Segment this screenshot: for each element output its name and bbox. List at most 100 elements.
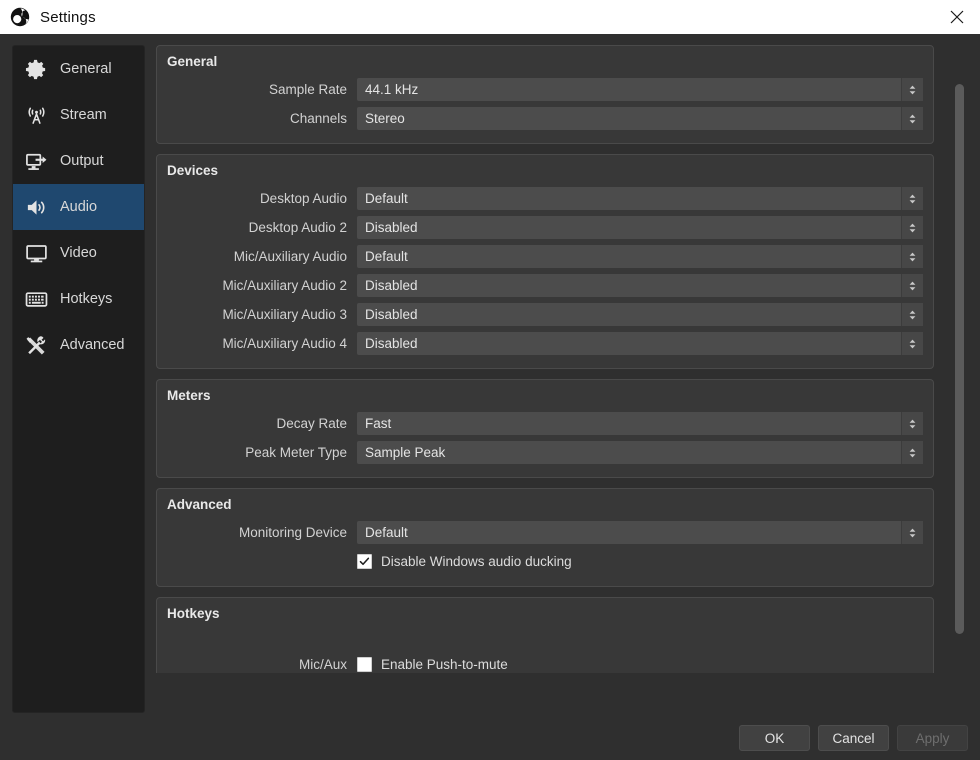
sidebar-item-hotkeys[interactable]: Hotkeys (13, 276, 144, 322)
vertical-scrollbar-track[interactable] (953, 79, 966, 673)
sample-rate-combobox[interactable]: 44.1 kHz (357, 78, 923, 101)
group-meters: Meters Decay Rate Fast Peak Meter Type S… (156, 379, 934, 478)
settings-sidebar: General Stream Output Audio Video Hotkey… (12, 45, 145, 713)
row-mic-aux-audio-4: Mic/Auxiliary Audio 4 Disabled (167, 329, 923, 358)
checkbox-label: Disable Windows audio ducking (381, 554, 572, 569)
group-general: General Sample Rate 44.1 kHz Channels St… (156, 45, 934, 144)
row-decay-rate: Decay Rate Fast (167, 409, 923, 438)
disable-audio-ducking-checkbox-row[interactable]: Disable Windows audio ducking (357, 548, 572, 575)
sidebar-item-video[interactable]: Video (13, 230, 144, 276)
hotkeys-fields: Enable Push-to-mute Push-to-mute delay 0… (357, 651, 923, 673)
mic-aux-audio-combobox[interactable]: Default (357, 245, 923, 268)
row-label: Mic/Auxiliary Audio 2 (222, 278, 347, 293)
chevron-updown-icon[interactable] (901, 303, 923, 326)
mic-aux-audio-3-combobox[interactable]: Disabled (357, 303, 923, 326)
row-label: Mic/Auxiliary Audio 4 (222, 336, 347, 351)
close-icon[interactable] (934, 0, 980, 34)
row-mic-aux-audio-2: Mic/Auxiliary Audio 2 Disabled (167, 271, 923, 300)
peak-meter-type-combobox[interactable]: Sample Peak (357, 441, 923, 464)
group-devices: Devices Desktop Audio Default Desktop Au… (156, 154, 934, 369)
combo-value: Fast (365, 416, 392, 431)
sidebar-item-stream[interactable]: Stream (13, 92, 144, 138)
sidebar-item-general[interactable]: General (13, 46, 144, 92)
dialog-button-bar: OK Cancel Apply (739, 725, 968, 751)
chevron-updown-icon[interactable] (901, 107, 923, 130)
row-sample-rate: Sample Rate 44.1 kHz (167, 75, 923, 104)
combo-value: Stereo (365, 111, 405, 126)
chevron-updown-icon[interactable] (901, 245, 923, 268)
sidebar-item-label: Video (60, 245, 97, 261)
row-desktop-audio: Desktop Audio Default (167, 184, 923, 213)
channels-combobox[interactable]: Stereo (357, 107, 923, 130)
apply-button: Apply (897, 725, 968, 751)
sidebar-item-output[interactable]: Output (13, 138, 144, 184)
row-desktop-audio-2: Desktop Audio 2 Disabled (167, 213, 923, 242)
sidebar-item-label: Output (60, 153, 104, 169)
combo-value: 44.1 kHz (365, 82, 419, 97)
combo-value: Sample Peak (365, 445, 446, 460)
sidebar-item-label: General (60, 61, 112, 77)
chevron-updown-icon[interactable] (901, 187, 923, 210)
enable-push-to-mute-row[interactable]: Enable Push-to-mute (357, 651, 923, 673)
chevron-updown-icon[interactable] (901, 216, 923, 239)
combo-value: Disabled (365, 336, 418, 351)
sidebar-item-advanced[interactable]: Advanced (13, 322, 144, 368)
broadcast-icon (21, 100, 51, 130)
combo-value: Default (365, 249, 408, 264)
window-body: General Stream Output Audio Video Hotkey… (0, 34, 980, 760)
row-label: Decay Rate (276, 416, 347, 431)
title-bar: Settings (0, 0, 980, 34)
mic-aux-audio-4-combobox[interactable]: Disabled (357, 332, 923, 355)
ok-button[interactable]: OK (739, 725, 810, 751)
tools-icon (21, 330, 51, 360)
chevron-updown-icon[interactable] (901, 78, 923, 101)
row-label: Mic/Auxiliary Audio (233, 249, 347, 264)
row-mic-aux-audio-3: Mic/Auxiliary Audio 3 Disabled (167, 300, 923, 329)
chevron-updown-icon[interactable] (901, 441, 923, 464)
cancel-button[interactable]: Cancel (818, 725, 889, 751)
decay-rate-combobox[interactable]: Fast (357, 412, 923, 435)
mic-aux-audio-2-combobox[interactable]: Disabled (357, 274, 923, 297)
speaker-icon (21, 192, 51, 222)
disable-audio-ducking-checkbox[interactable] (357, 554, 372, 569)
row-label: Monitoring Device (238, 525, 347, 540)
row-mic-aux-audio: Mic/Auxiliary Audio Default (167, 242, 923, 271)
settings-content-inner: General Sample Rate 44.1 kHz Channels St… (156, 45, 946, 673)
chevron-updown-icon[interactable] (901, 332, 923, 355)
hotkeys-mic-aux-block: Mic/Aux Enable Push-to-mute Push-to-mute… (167, 627, 923, 673)
mic-aux-label: Mic/Aux (298, 657, 347, 672)
desktop-audio-combobox[interactable]: Default (357, 187, 923, 210)
group-title: Hotkeys (167, 606, 220, 621)
row-label: Sample Rate (268, 82, 347, 97)
combo-value: Disabled (365, 307, 418, 322)
desktop-audio-2-combobox[interactable]: Disabled (357, 216, 923, 239)
monitoring-device-combobox[interactable]: Default (357, 521, 923, 544)
group-title: Meters (167, 388, 211, 403)
group-title: General (167, 54, 218, 69)
chevron-updown-icon[interactable] (901, 412, 923, 435)
output-icon (21, 146, 51, 176)
group-hotkeys: Hotkeys Mic/Aux Enable Push-to-mute Push… (156, 597, 934, 673)
group-advanced: Advanced Monitoring Device Default Disab… (156, 488, 934, 587)
row-label: Channels (289, 111, 347, 126)
sidebar-item-label: Hotkeys (60, 291, 113, 307)
combo-value: Disabled (365, 220, 418, 235)
combo-value: Default (365, 525, 408, 540)
keyboard-icon (21, 284, 51, 314)
vertical-scrollbar-thumb[interactable] (955, 84, 964, 634)
chevron-updown-icon[interactable] (901, 274, 923, 297)
monitor-icon (21, 238, 51, 268)
sidebar-item-audio[interactable]: Audio (13, 184, 144, 230)
gear-icon (21, 54, 51, 84)
group-title: Devices (167, 163, 219, 178)
obs-logo-icon (10, 7, 30, 27)
sidebar-item-label: Advanced (60, 337, 125, 353)
row-label: Peak Meter Type (245, 445, 347, 460)
chevron-updown-icon[interactable] (901, 521, 923, 544)
group-title: Advanced (167, 497, 232, 512)
checkbox-label: Enable Push-to-mute (381, 657, 508, 672)
window-title: Settings (40, 8, 96, 26)
enable-push-to-mute-checkbox[interactable] (357, 657, 372, 672)
sidebar-item-label: Audio (60, 199, 98, 215)
combo-value: Disabled (365, 278, 418, 293)
